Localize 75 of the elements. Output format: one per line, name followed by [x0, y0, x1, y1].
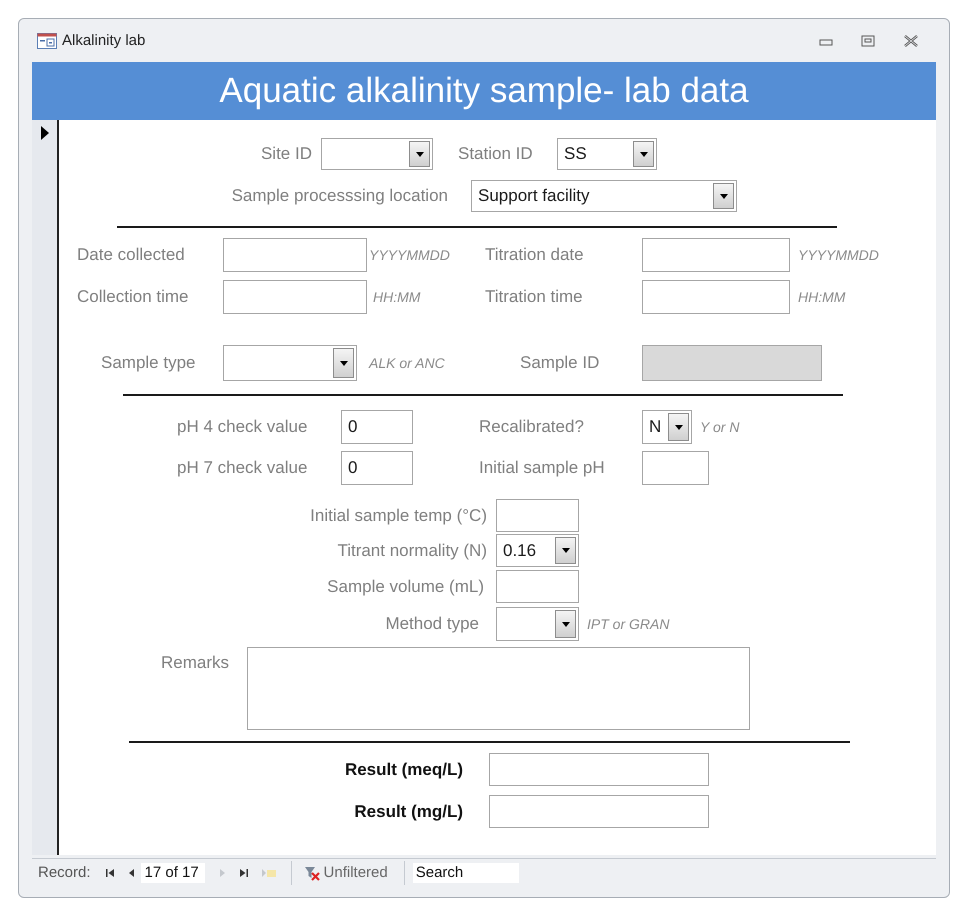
current-record-icon	[41, 126, 49, 140]
text-field[interactable]	[489, 753, 709, 786]
caret-icon	[562, 622, 570, 626]
record-selector[interactable]	[32, 120, 59, 855]
dropdown-field[interactable]: Support facility	[471, 180, 737, 212]
field-label: Site ID	[260, 144, 313, 164]
field-label: Result (meq/L)	[344, 760, 464, 780]
caret-icon	[340, 360, 348, 366]
dropdown-field[interactable]: N	[642, 410, 692, 444]
last-record-button[interactable]	[238, 868, 249, 878]
dropdown-button[interactable]	[633, 141, 654, 167]
filter-button[interactable]: Unfiltered	[296, 864, 396, 881]
caret-icon	[640, 152, 648, 156]
dropdown-field[interactable]	[496, 607, 579, 641]
caret-icon	[674, 424, 682, 430]
text-field[interactable]	[642, 451, 709, 485]
dropdown-button[interactable]	[555, 610, 576, 638]
text-field[interactable]	[642, 280, 790, 314]
field-label: Date collected	[77, 245, 186, 265]
field-label: Sample type	[101, 353, 196, 373]
format-hint: ALK or ANC	[368, 355, 446, 371]
caret-icon	[562, 548, 570, 553]
field-label: Result (mg/L)	[353, 802, 464, 822]
dropdown-button[interactable]	[713, 183, 734, 209]
field-label: Initial sample temp (°C)	[309, 506, 488, 526]
field-label: Collection time	[77, 287, 190, 307]
form-icon	[37, 32, 57, 48]
remarks-field[interactable]	[247, 647, 750, 730]
text-field[interactable]	[642, 238, 790, 272]
close-button[interactable]	[903, 34, 919, 46]
dropdown-field[interactable]: 0.16	[496, 534, 579, 567]
field-label: pH 7 check value	[177, 458, 308, 478]
dropdown-field[interactable]	[223, 345, 357, 381]
field-label: pH 4 check value	[177, 417, 308, 437]
filter-icon	[304, 864, 320, 880]
restore-button[interactable]	[861, 34, 875, 46]
text-field[interactable]	[489, 795, 709, 828]
record-number-field[interactable]: 17 of 17	[140, 862, 205, 882]
first-record-button[interactable]	[104, 868, 115, 878]
dropdown-field[interactable]	[321, 138, 433, 170]
record-label: Record:	[38, 864, 91, 881]
dropdown-button[interactable]	[668, 413, 689, 441]
caret-icon	[720, 194, 728, 198]
text-field[interactable]	[223, 238, 367, 272]
field-label: Titration time	[485, 287, 584, 307]
form-title: Aquatic alkalinity sample- lab data	[219, 71, 749, 111]
format-hint: HH:MM	[797, 289, 846, 305]
format-hint: YYYYMMDD	[368, 247, 451, 263]
field-label: Remarks	[161, 652, 230, 673]
text-field[interactable]	[496, 570, 579, 603]
field-label: Titration date	[485, 245, 585, 265]
caret-icon	[416, 152, 424, 156]
field-label: Recalibrated?	[479, 417, 585, 437]
field-label: Titrant normality (N)	[336, 540, 488, 560]
dropdown-button[interactable]	[333, 348, 354, 378]
format-hint: YYYYMMDD	[797, 247, 879, 263]
field-label: Station ID	[458, 144, 534, 164]
search-field[interactable]: Search	[412, 862, 519, 882]
field-label: Initial sample pH	[479, 458, 606, 478]
text-field[interactable]: 0	[341, 451, 413, 485]
field-label: Sample ID	[520, 353, 600, 373]
text-field[interactable]	[223, 280, 367, 314]
field-label: Sample processsing location	[230, 186, 449, 206]
window-title: Alkalinity lab	[62, 32, 146, 49]
format-hint: HH:MM	[372, 289, 422, 305]
field-label: Method type	[384, 614, 480, 634]
dropdown-field[interactable]: SS	[557, 138, 657, 170]
format-hint: IPT or GRAN	[586, 616, 670, 632]
dropdown-button[interactable]	[555, 537, 576, 564]
previous-record-button[interactable]	[126, 868, 135, 878]
field-label: Sample volume (mL)	[326, 576, 485, 596]
format-hint: Y or N	[699, 419, 740, 435]
text-field[interactable]	[496, 499, 579, 532]
text-field[interactable]: 0	[341, 410, 413, 444]
dropdown-button[interactable]	[409, 141, 430, 167]
